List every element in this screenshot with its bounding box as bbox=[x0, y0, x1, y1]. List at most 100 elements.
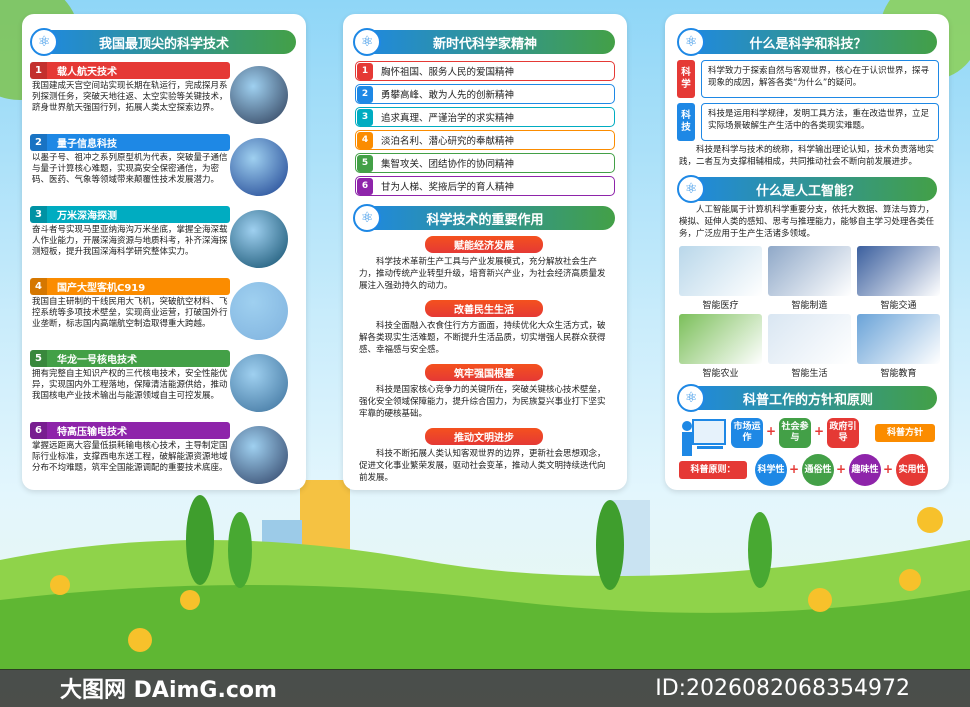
role-title: 赋能经济发展 bbox=[425, 236, 543, 253]
ai-application-label: 智能生活 bbox=[791, 369, 828, 379]
tech-item-title: 6 特高压输电技术 bbox=[30, 422, 230, 439]
tech-item-title: 1 载人航天技术 bbox=[30, 62, 230, 79]
plus-icon: + bbox=[836, 462, 847, 476]
ai-text: 人工智能属于计算机科学重要分支，依托大数据、算法与算力，模拟、延伸人类的感知、思… bbox=[679, 205, 935, 239]
ai-application: 智能交通 bbox=[857, 246, 940, 311]
ai-application: 智能教育 bbox=[857, 314, 940, 379]
panel-header: ⚛ 什么是科学和科技？ bbox=[677, 28, 937, 56]
tech-item-text: 掌握远距离大容量低损耗输电核心技术，主导制定国际行业标准，支撑西电东送工程，破解… bbox=[32, 441, 228, 473]
spirit-number: 1 bbox=[357, 62, 373, 80]
principle-tag: 科普原则： bbox=[679, 461, 747, 479]
header-title: 新时代科学家精神 bbox=[432, 36, 537, 52]
tech-item-text: 我国自主研制的干线民用大飞机，突破航空材料、飞控系统等多项技术壁垒，实现商业运营… bbox=[32, 297, 228, 329]
header-title: 什么是人工智能？ bbox=[755, 183, 860, 199]
tech-item-photo bbox=[230, 210, 288, 268]
header-title: 科学技术的重要作用 bbox=[426, 212, 544, 228]
tech-item-number: 6 bbox=[30, 422, 47, 439]
spirit-item: 1 胸怀祖国、服务人民的爱国精神 bbox=[355, 61, 615, 81]
spirit-text: 追求真理、严谨治学的求实精神 bbox=[381, 113, 515, 124]
watermark-footer: 大图网 DAimG.com ID:2026082068354972 bbox=[0, 669, 970, 707]
atom-icon: ⚛ bbox=[353, 28, 381, 56]
tech-item-label: 特高压输电技术 bbox=[57, 427, 127, 438]
tech-item-label: 国产大型客机C919 bbox=[57, 283, 146, 294]
spirit-number: 2 bbox=[357, 85, 373, 103]
panel-header: ⚛ 什么是人工智能？ bbox=[677, 175, 937, 203]
ai-application-photo bbox=[679, 314, 762, 364]
header-title: 科普工作的方针和原则 bbox=[742, 392, 873, 408]
spirit-text: 淡泊名利、潜心研究的奉献精神 bbox=[381, 136, 515, 147]
ai-application: 智能医疗 bbox=[679, 246, 762, 311]
tech-item-photo bbox=[230, 282, 288, 340]
tech-item-label: 华龙一号核电技术 bbox=[57, 355, 137, 366]
principle-practical: 实用性 bbox=[896, 454, 928, 486]
ai-application-label: 智能医疗 bbox=[702, 301, 739, 311]
spirit-item: 3 追求真理、严谨治学的求实精神 bbox=[355, 107, 615, 127]
principle-scientific: 科学性 bbox=[755, 454, 787, 486]
tech-item-text: 我国建成天宫空间站实现长期在轨运行，完成探月系列探测任务，突破天地往返、太空实验… bbox=[32, 81, 228, 113]
tech-item: 1 载人航天技术 我国建成天宫空间站实现长期在轨运行，完成探月系列探测任务，突破… bbox=[30, 62, 230, 114]
role-text: 科技全面融入衣食住行方方面面，持续优化大众生活方式，破解各类现实生活难题，不断提… bbox=[359, 321, 606, 355]
tech-item-title: 5 华龙一号核电技术 bbox=[30, 350, 230, 367]
spirit-text: 集智攻关、团结协作的协同精神 bbox=[381, 159, 515, 170]
plus-icon: + bbox=[883, 462, 894, 476]
panel-header: ⚛ 我国最顶尖的科学技术 bbox=[30, 28, 296, 56]
spirit-number: 6 bbox=[357, 177, 373, 195]
ai-application: 智能生活 bbox=[768, 314, 851, 379]
tech-item-number: 4 bbox=[30, 278, 47, 295]
atom-icon: ⚛ bbox=[30, 28, 58, 56]
tech-item: 5 华龙一号核电技术 拥有完整自主知识产权的三代核电技术，安全性能优异，实现国内… bbox=[30, 350, 230, 402]
tech-item: 2 量子信息科技 以墨子号、祖冲之系列原型机为代表，突破量子通信与量子计算核心难… bbox=[30, 134, 230, 186]
spirit-text: 胸怀祖国、服务人民的爱国精神 bbox=[381, 67, 515, 78]
role-title: 改善民生生活 bbox=[425, 300, 543, 317]
atom-icon: ⚛ bbox=[353, 204, 381, 232]
spirit-item: 5 集智攻关、团结协作的协同精神 bbox=[355, 153, 615, 173]
ai-application-photo bbox=[857, 246, 940, 296]
policy-society: 社会参与 bbox=[779, 418, 811, 448]
tech-item-photo bbox=[230, 138, 288, 196]
tech-item-title: 2 量子信息科技 bbox=[30, 134, 230, 151]
ai-application-photo bbox=[857, 314, 940, 364]
tech-item-photo bbox=[230, 426, 288, 484]
policy-government: 政府引导 bbox=[827, 418, 859, 448]
science-tag: 科学 bbox=[677, 60, 695, 98]
spirit-item: 6 甘为人梯、奖掖后学的育人精神 bbox=[355, 176, 615, 196]
watermark-site: 大图网 DAimG.com bbox=[60, 678, 277, 703]
tech-item: 3 万米深海探测 奋斗者号实现马里亚纳海沟万米坐底，掌握全海深载人作业能力，开展… bbox=[30, 206, 230, 258]
atom-icon: ⚛ bbox=[677, 384, 705, 412]
role-text: 科技不断拓展人类认知客观世界的边界，更新社会思想观念，促进文化事业繁荣发展，驱动… bbox=[359, 449, 606, 483]
role-text: 科技是国家核心竞争力的关键所在，突破关键核心技术壁垒，强化安全领域保障能力，提升… bbox=[359, 385, 606, 419]
plus-icon: + bbox=[766, 424, 777, 438]
spirit-text: 甘为人梯、奖掖后学的育人精神 bbox=[381, 182, 515, 193]
tech-item-label: 万米深海探测 bbox=[57, 211, 117, 222]
science-text: 科学致力于探索自然与客观世界，核心在于认识世界，探寻现象的成因，解答各类“为什么… bbox=[701, 60, 939, 98]
summary-text: 科技是科学与技术的统称，科学输出理论认知，技术负责落地实践，二者互为支撑相辅相成… bbox=[679, 145, 935, 167]
ai-application-photo bbox=[768, 246, 851, 296]
tech-item-number: 5 bbox=[30, 350, 47, 367]
ai-application-label: 智能交通 bbox=[880, 301, 917, 311]
tech-item-text: 以墨子号、祖冲之系列原型机为代表，突破量子通信与量子计算核心难题，实现高安全保密… bbox=[32, 153, 228, 185]
tech-tag: 科技 bbox=[677, 103, 695, 141]
header-title: 什么是科学和科技？ bbox=[749, 36, 867, 52]
tech-item-label: 量子信息科技 bbox=[57, 139, 117, 150]
ai-application: 智能制造 bbox=[768, 246, 851, 311]
ai-application-label: 智能农业 bbox=[702, 369, 739, 379]
tech-item-number: 2 bbox=[30, 134, 47, 151]
tech-item-text: 奋斗者号实现马里亚纳海沟万米坐底，掌握全海深载人作业能力，开展深海资源与地质科考… bbox=[32, 225, 228, 257]
ai-application-label: 智能制造 bbox=[791, 301, 828, 311]
tech-item-text: 拥有完整自主知识产权的三代核电技术，安全性能优异，实现国内外工程落地，保障清洁能… bbox=[32, 369, 228, 401]
spirit-item: 2 勇攀高峰、敢为人先的创新精神 bbox=[355, 84, 615, 104]
tech-text: 科技是运用科学规律，发明工具方法，重在改造世界，立足实际场景破解生产生活中的各类… bbox=[701, 103, 939, 141]
principle-fun: 趣味性 bbox=[849, 454, 881, 486]
panel-header: ⚛ 科学技术的重要作用 bbox=[353, 204, 615, 232]
spirit-text: 勇攀高峰、敢为人先的创新精神 bbox=[381, 90, 515, 101]
role-title: 筑牢强国根基 bbox=[425, 364, 543, 381]
tech-item: 4 国产大型客机C919 我国自主研制的干线民用大飞机，突破航空材料、飞控系统等… bbox=[30, 278, 230, 330]
spirit-number: 5 bbox=[357, 154, 373, 172]
watermark-id: ID:2026082068354972 bbox=[655, 675, 910, 701]
ai-application: 智能农业 bbox=[679, 314, 762, 379]
spirit-number: 3 bbox=[357, 108, 373, 126]
tech-item-title: 3 万米深海探测 bbox=[30, 206, 230, 223]
plus-icon: + bbox=[789, 462, 800, 476]
policy-market: 市场运作 bbox=[731, 418, 763, 448]
tech-item-photo bbox=[230, 66, 288, 124]
